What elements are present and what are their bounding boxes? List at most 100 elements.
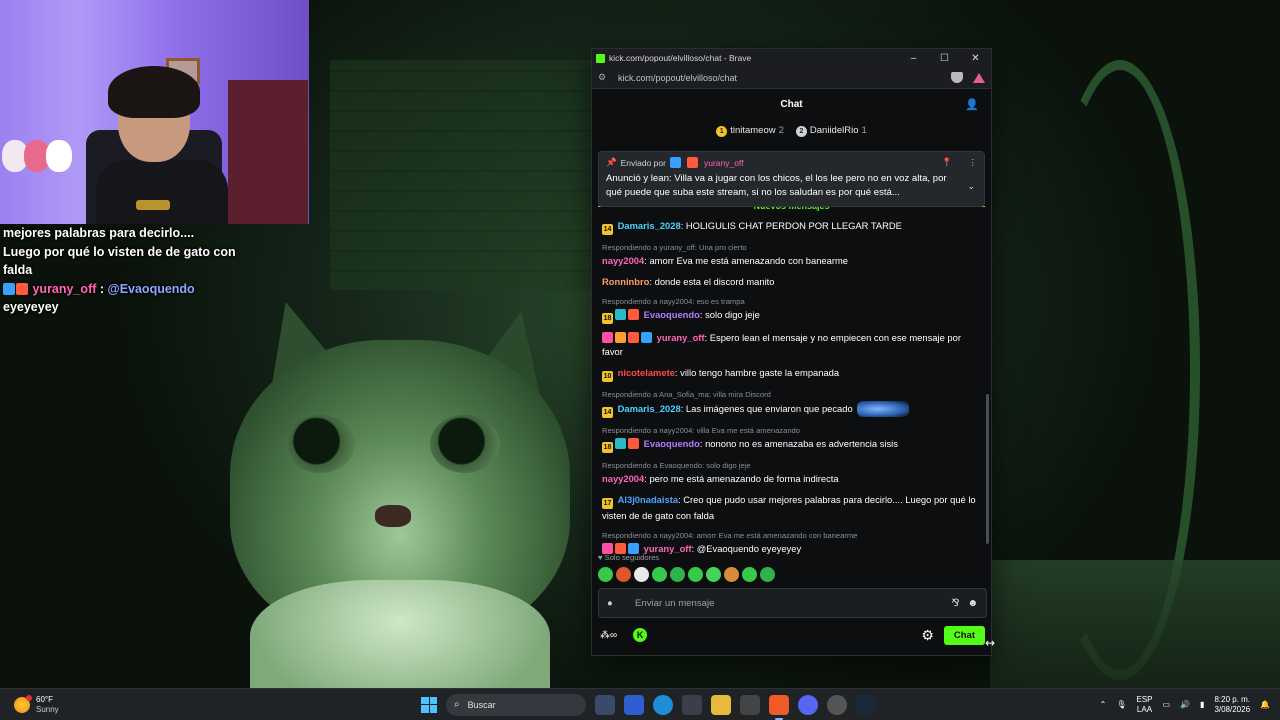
top-gifter[interactable]: 1 tinitameow 2 <box>716 125 784 137</box>
search-label: Buscar <box>467 699 496 710</box>
resize-cursor-icon: ↔ <box>985 636 996 650</box>
badge-icon <box>615 332 626 343</box>
minimize-button[interactable]: – <box>898 49 929 67</box>
reply-context[interactable]: Respondiendo a nayy2004: amorr Eva me es… <box>602 530 982 541</box>
badge-icon <box>686 157 698 168</box>
app-icon[interactable] <box>740 694 760 715</box>
clock[interactable]: 8:20 p. m. 3/08/2026 <box>1214 695 1250 715</box>
brave-shields-icon[interactable] <box>951 72 963 83</box>
emote-picker-icon[interactable]: ● <box>607 598 621 609</box>
reply-context[interactable]: Respondiendo a Evaoquendo: solo digo jej… <box>602 460 982 471</box>
address-bar[interactable]: ⚙ kick.com/popout/elvilloso/chat <box>592 67 991 89</box>
url-text[interactable]: kick.com/popout/elvilloso/chat <box>612 73 945 83</box>
more-options-icon[interactable]: ⋮ <box>969 157 978 168</box>
emote-button[interactable] <box>724 567 739 582</box>
language-indicator[interactable]: ESP LAA <box>1136 695 1152 715</box>
user-settings-icon[interactable]: 👤 <box>965 98 979 111</box>
cat-image <box>190 288 610 720</box>
store-icon[interactable] <box>682 694 702 715</box>
badge-icon <box>628 332 639 343</box>
app-icon[interactable] <box>624 694 644 715</box>
unpin-icon[interactable]: 📍 <box>942 157 953 168</box>
emote-button[interactable] <box>760 567 775 582</box>
app-icon[interactable] <box>595 694 615 715</box>
volume-icon[interactable]: 🔊 <box>1180 700 1190 709</box>
chat-username[interactable]: nayy2004 <box>602 255 644 266</box>
reply-context[interactable]: Respondiendo a nayy2004: villa Eva me es… <box>602 425 982 436</box>
gear-icon[interactable]: ⚙ <box>921 627 934 644</box>
emote-button[interactable] <box>670 567 685 582</box>
battery-icon[interactable]: ▮ <box>1200 700 1204 709</box>
chevron-down-icon[interactable]: ⌄ <box>967 181 975 192</box>
chat-message[interactable]: Ronninbro: donde esta el discord manito <box>602 275 982 289</box>
chat-username[interactable]: Evaoquendo <box>644 438 700 449</box>
chat-message[interactable]: Respondiendo a nayy2004: villa Eva me es… <box>602 425 982 453</box>
emote-button[interactable] <box>616 567 631 582</box>
chat-message[interactable]: 10 nicotelamete: villo tengo hambre gast… <box>602 366 982 382</box>
chat-username[interactable]: yurany_off <box>657 332 705 343</box>
emote-button[interactable] <box>742 567 757 582</box>
edge-icon[interactable] <box>653 694 673 715</box>
window-titlebar[interactable]: kick.com/popout/elvilloso/chat - Brave –… <box>592 49 991 67</box>
taskbar-search[interactable]: ⌕ Buscar <box>446 693 586 716</box>
chat-username[interactable]: nicotelamete <box>618 367 675 378</box>
chat-username[interactable]: nayy2004 <box>602 473 644 484</box>
chat-scrollbar[interactable] <box>986 394 989 544</box>
chat-message[interactable]: yurany_off: Espero lean el mensaje y no … <box>602 331 982 359</box>
network-icon[interactable]: ▭ <box>1163 700 1171 709</box>
top-gifter[interactable]: 2 DaniidelRio 1 <box>795 125 867 137</box>
chat-message[interactable]: 14 Damaris_2028: HOLIGULIS CHAT PERDON P… <box>602 219 982 235</box>
emote-button[interactable] <box>598 567 613 582</box>
cat-eye-right <box>430 415 500 473</box>
gifter-count: 1 <box>861 125 867 136</box>
rank-badge: 2 <box>795 126 807 137</box>
chat-message[interactable]: Respondiendo a nayy2004: eso es trampa 1… <box>602 296 982 324</box>
folder-icon[interactable] <box>711 694 731 715</box>
reply-context[interactable]: Respondiendo a Ana_Sofia_ma: villa mira … <box>602 389 982 400</box>
microphone-icon[interactable]: 🎙 <box>1116 700 1126 709</box>
chat-message[interactable]: Respondiendo a Ana_Sofia_ma: villa mira … <box>602 389 982 418</box>
message-input[interactable]: ● Enviar un mensaje ⅋ ☻ <box>598 588 987 618</box>
emote-button[interactable] <box>688 567 703 582</box>
send-chat-button[interactable]: Chat <box>943 625 985 645</box>
maximize-button[interactable]: ☐ <box>929 49 960 67</box>
notification-icon[interactable]: 🔔 <box>1260 700 1270 709</box>
brave-rewards-icon[interactable] <box>973 72 985 83</box>
system-tray: ⌃ 🎙 ESP LAA ▭ 🔊 ▮ 8:20 p. m. 3/08/2026 🔔 <box>1100 695 1270 715</box>
emote-button[interactable] <box>706 567 721 582</box>
chat-username[interactable]: Ronninbro <box>602 276 649 287</box>
chat-username[interactable]: Evaoquendo <box>644 309 700 320</box>
language-code: ESP <box>1136 694 1153 704</box>
screen: mejores palabras para decirlo.... Luego … <box>0 0 1280 720</box>
reply-context[interactable]: Respondiendo a yurany_off: Una pro ciert… <box>602 242 982 253</box>
steam-icon[interactable] <box>856 694 876 715</box>
reply-context[interactable]: Respondiendo a nayy2004: eso es trampa <box>602 296 982 307</box>
emoji-icon[interactable]: ☻ <box>967 598 978 609</box>
chat-username[interactable]: Al3j0nadaista <box>618 494 678 505</box>
chat-message[interactable]: Respondiendo a yurany_off: Una pro ciert… <box>602 242 982 268</box>
discord-icon[interactable] <box>798 694 818 715</box>
emote-button[interactable] <box>634 567 649 582</box>
app-icon[interactable] <box>827 694 847 715</box>
overlay-message: yurany_off : @Evaoquendo <box>3 280 253 299</box>
pinned-username[interactable]: yurany_off <box>704 158 744 168</box>
emote-button[interactable] <box>652 567 667 582</box>
site-settings-icon[interactable]: ⚙ <box>598 72 612 83</box>
quick-emote-icon[interactable]: ⅋ <box>952 598 960 609</box>
chat-message[interactable]: Respondiendo a Evaoquendo: solo digo jej… <box>602 460 982 486</box>
points-icon[interactable]: ⁂ <box>600 630 610 641</box>
keyboard-layout: LAA <box>1136 704 1153 714</box>
close-button[interactable]: ✕ <box>960 49 991 67</box>
chat-message[interactable]: 17 Al3j0nadaista: Creo que pudo usar mej… <box>602 493 982 523</box>
weather-widget[interactable]: 60°F Sunny <box>14 694 394 715</box>
kick-icon[interactable]: K <box>633 628 648 642</box>
chat-username[interactable]: Damaris_2028 <box>618 220 681 231</box>
chevron-up-icon[interactable]: ⌃ <box>1100 700 1107 709</box>
overlay-line: mejores palabras para decirlo.... <box>3 226 195 240</box>
window-title: kick.com/popout/elvilloso/chat - Brave <box>609 53 752 63</box>
chat-username[interactable]: Damaris_2028 <box>618 403 681 414</box>
pinned-message[interactable]: 📌 Enviado por yurany_off 📍 ⋮ Anunció y l… <box>598 151 985 207</box>
brave-icon[interactable] <box>769 694 789 720</box>
windows-start-icon[interactable] <box>421 696 437 713</box>
gifter-name: DaniidelRio <box>809 125 859 136</box>
